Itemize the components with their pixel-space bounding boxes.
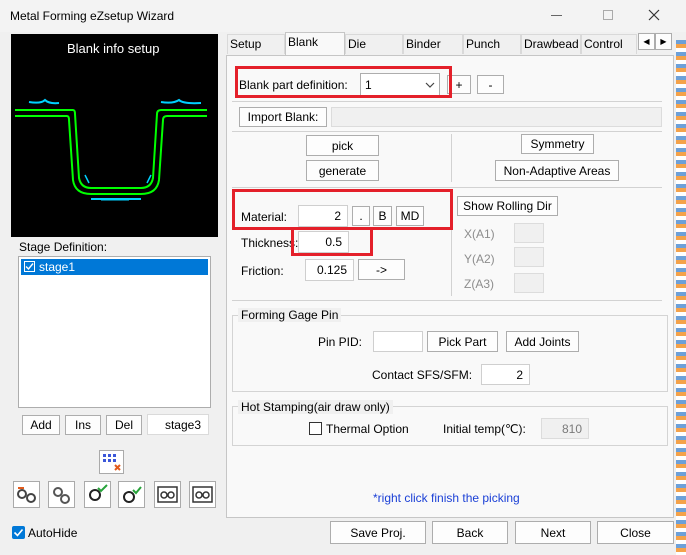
close-button[interactable]: Close xyxy=(597,521,674,544)
material-field[interactable]: 2 xyxy=(298,205,348,227)
blank-profile-drawing xyxy=(15,98,207,201)
delete-stage-button[interactable]: Del xyxy=(106,415,142,435)
show-rolling-dir-button[interactable]: Show Rolling Dir xyxy=(457,196,558,216)
initial-temp-label: Initial temp(℃): xyxy=(443,422,526,436)
non-adaptive-areas-button[interactable]: Non-Adaptive Areas xyxy=(495,160,619,181)
autohide-label: AutoHide xyxy=(28,526,78,540)
divider xyxy=(232,187,662,188)
stage-list[interactable]: stage1 xyxy=(18,256,211,408)
blank-part-definition-value: 1 xyxy=(365,78,372,92)
import-blank-path-field xyxy=(331,107,662,127)
chevron-down-icon xyxy=(425,82,435,88)
background-app-edge xyxy=(676,40,686,555)
next-button[interactable]: Next xyxy=(515,521,591,544)
material-label: Material: xyxy=(241,210,288,224)
friction-arrow-button[interactable]: -> xyxy=(358,259,405,280)
maximize-icon[interactable] xyxy=(603,10,613,20)
window-title: Metal Forming eZsetup Wizard xyxy=(10,9,175,23)
y-a2-label: Y(A2) xyxy=(464,252,495,266)
material-dot-button[interactable]: . xyxy=(352,206,370,226)
title-bar: Metal Forming eZsetup Wizard xyxy=(0,0,686,32)
tab-punch[interactable]: Punch xyxy=(463,34,521,54)
close-icon[interactable] xyxy=(648,9,660,21)
divider xyxy=(232,300,662,301)
thickness-label: Thickness: xyxy=(241,236,299,250)
gear-copy-icon[interactable] xyxy=(48,481,75,508)
gear-verify-icon[interactable] xyxy=(118,481,145,508)
friction-label: Friction: xyxy=(241,264,284,278)
forming-gage-pin-title: Forming Gage Pin xyxy=(238,308,342,322)
contact-sfs-sfm-label: Contact SFS/SFM: xyxy=(372,368,473,382)
friction-field[interactable]: 0.125 xyxy=(305,259,354,281)
y-a2-field xyxy=(514,247,544,267)
generate-button[interactable]: generate xyxy=(306,160,379,181)
tab-binder[interactable]: Binder xyxy=(403,34,463,54)
gear-save-icon[interactable] xyxy=(154,481,181,508)
divider xyxy=(232,131,662,132)
gear-import-icon[interactable] xyxy=(13,481,40,508)
pin-pid-label: Pin PID: xyxy=(318,335,363,349)
thickness-field[interactable]: 0.5 xyxy=(298,231,349,253)
blank-part-definition-label: Blank part definition: xyxy=(239,78,348,92)
material-b-button[interactable]: B xyxy=(373,206,392,226)
picking-hint: *right click finish the picking xyxy=(373,491,520,505)
import-blank-button[interactable]: Import Blank: xyxy=(239,107,327,127)
save-project-button[interactable]: Save Proj. xyxy=(330,521,426,544)
initial-temp-field: 810 xyxy=(541,418,589,439)
stage-list-item[interactable]: stage1 xyxy=(21,259,208,275)
blank-part-definition-select[interactable]: 1 xyxy=(360,73,440,96)
x-a1-field xyxy=(514,223,544,243)
remove-part-button[interactable]: - xyxy=(477,75,504,94)
tab-scroll-left-button[interactable]: ◀ xyxy=(638,33,655,50)
grid-tool-icon[interactable] xyxy=(99,450,124,474)
pick-part-button[interactable]: Pick Part xyxy=(427,331,498,352)
z-a3-field xyxy=(514,273,544,293)
divider xyxy=(232,101,662,102)
pin-pid-field[interactable] xyxy=(373,331,423,352)
gear-check-icon[interactable] xyxy=(84,481,111,508)
symmetry-button[interactable]: Symmetry xyxy=(521,134,594,154)
thermal-option-checkbox[interactable] xyxy=(309,422,322,435)
preview-canvas: Blank info setup xyxy=(11,34,218,237)
thermal-option-label: Thermal Option xyxy=(326,422,409,436)
stage-name-field[interactable]: stage3 xyxy=(147,414,209,435)
stage-list-item-label: stage1 xyxy=(39,260,76,274)
material-md-button[interactable]: MD xyxy=(396,206,424,226)
tab-control[interactable]: Control xyxy=(581,34,637,54)
add-stage-button[interactable]: Add xyxy=(22,415,60,435)
tab-die[interactable]: Die xyxy=(345,34,403,54)
divider xyxy=(451,190,452,296)
x-a1-label: X(A1) xyxy=(464,227,495,241)
tab-scroll-right-button[interactable]: ▶ xyxy=(655,33,672,50)
minimize-icon[interactable] xyxy=(551,15,562,16)
insert-stage-button[interactable]: Ins xyxy=(65,415,101,435)
gear-load-icon[interactable] xyxy=(189,481,216,508)
z-a3-label: Z(A3) xyxy=(464,277,494,291)
checkbox-icon xyxy=(24,261,35,272)
autohide-checkbox[interactable] xyxy=(12,526,25,539)
contact-sfs-sfm-field[interactable]: 2 xyxy=(481,364,530,385)
tab-setup[interactable]: Setup xyxy=(227,34,285,54)
stage-definition-label: Stage Definition: xyxy=(19,240,108,254)
pick-button[interactable]: pick xyxy=(306,135,379,156)
back-button[interactable]: Back xyxy=(432,521,508,544)
tab-drawbead[interactable]: Drawbead xyxy=(521,34,581,54)
hot-stamping-title: Hot Stamping(air draw only) xyxy=(238,400,393,414)
add-part-button[interactable]: + xyxy=(447,75,471,94)
divider xyxy=(451,134,452,182)
tab-blank[interactable]: Blank xyxy=(285,32,345,56)
add-joints-button[interactable]: Add Joints xyxy=(506,331,579,352)
